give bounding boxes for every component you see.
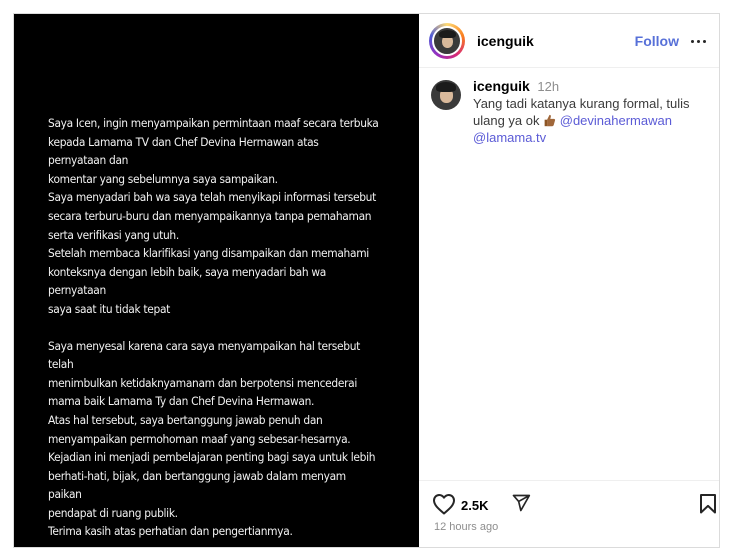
post-image[interactable]: Saya Icen, ingin menyampaikan permintaan…	[14, 14, 419, 547]
story-ring[interactable]	[429, 23, 465, 59]
header-username[interactable]: icenguik	[477, 33, 534, 49]
statement-text: Saya Icen, ingin menyampaikan permintaan…	[48, 114, 379, 541]
post-sidebar: icenguik Follow icenguik 12h Yang tadi k…	[419, 14, 719, 547]
caption-avatar[interactable]	[431, 80, 461, 110]
more-options-icon[interactable]	[691, 34, 707, 48]
post-timestamp[interactable]: 12 hours ago	[434, 521, 498, 533]
avatar[interactable]	[432, 26, 462, 56]
statement-paragraph-2: Saya menyesal karena cara saya menyampai…	[48, 338, 376, 539]
like-count[interactable]: 2.5K	[461, 498, 488, 513]
post-card: Saya Icen, ingin menyampaikan permintaan…	[13, 13, 720, 548]
heart-icon[interactable]	[432, 493, 456, 515]
caption-time[interactable]: 12h	[537, 79, 559, 94]
post-header: icenguik Follow	[419, 14, 719, 68]
action-bar: 2.5K	[419, 480, 719, 521]
thumbs-up-icon	[544, 114, 556, 127]
follow-button[interactable]: Follow	[635, 33, 679, 49]
share-icon[interactable]	[511, 493, 531, 513]
caption-username[interactable]: icenguik	[473, 78, 530, 94]
mention-devinahermawan[interactable]: @devinahermawan	[560, 113, 672, 128]
bookmark-icon[interactable]	[699, 493, 717, 514]
statement-paragraph-1: Saya Icen, ingin menyampaikan permintaan…	[48, 116, 379, 316]
mention-lamama-tv[interactable]: @lamama.tv	[473, 130, 546, 145]
